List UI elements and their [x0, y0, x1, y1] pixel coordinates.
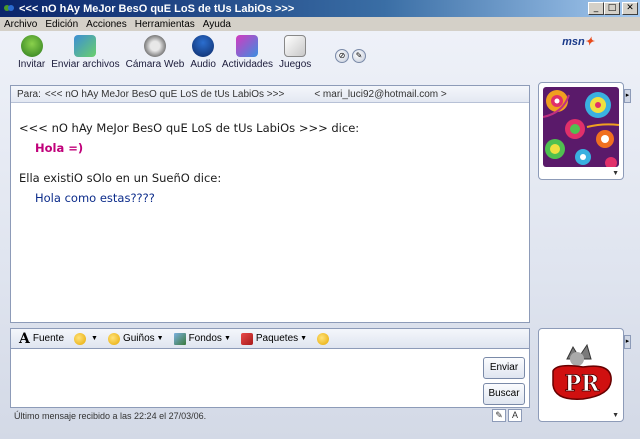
butterfly-icon: ✦: [584, 36, 594, 48]
message-sender: <<< nO hAy MeJor BesO quE LoS de tUs Lab…: [19, 121, 360, 135]
conversation-window: Invitar Enviar archivos Cámara Web Audio…: [0, 31, 640, 439]
msn-logo-text: msn: [562, 36, 585, 48]
chevron-down-icon[interactable]: ▼: [612, 170, 619, 177]
minimize-button[interactable]: _: [588, 2, 604, 15]
own-display-picture[interactable]: PR ▼ ▸: [538, 328, 631, 422]
games-icon: [284, 35, 307, 57]
close-button[interactable]: ✕: [622, 2, 638, 15]
to-bar: Para: <<< nO hAy MeJor BesO quE LoS de t…: [11, 86, 529, 103]
message-list: <<< nO hAy MeJor BesO quE LoS de tUs Lab…: [11, 103, 529, 205]
chevron-down-icon: ▼: [91, 335, 98, 342]
games-button[interactable]: Juegos: [279, 35, 311, 75]
packs-label: Paquetes: [255, 333, 299, 344]
wink-icon: [107, 332, 120, 345]
menu-ayuda[interactable]: Ayuda: [203, 19, 231, 30]
invite-icon: [20, 35, 43, 57]
menu-acciones[interactable]: Acciones: [86, 19, 127, 30]
send-files-icon: [74, 35, 97, 57]
smiley-icon: [74, 332, 87, 345]
message-text: Hola como estas????: [35, 191, 155, 205]
activities-icon: [236, 35, 259, 57]
maximize-button[interactable]: □: [604, 2, 620, 15]
winks-label: Guiños: [122, 333, 155, 344]
to-contact-name: <<< nO hAy MeJor BesO quE LoS de tUs Lab…: [44, 88, 285, 100]
collapse-arrow-icon[interactable]: ▸: [624, 335, 631, 349]
font-label: Fuente: [32, 333, 65, 344]
contact-picture-image: [543, 87, 619, 167]
menu-edicion[interactable]: Edición: [45, 19, 78, 30]
pr-logo-text: PR: [565, 371, 601, 397]
main-toolbar: Invitar Enviar archivos Cámara Web Audio…: [18, 35, 317, 75]
backgrounds-button[interactable]: Fondos ▼: [173, 332, 231, 345]
menu-archivo[interactable]: Archivo: [4, 19, 37, 30]
status-bar: Último mensaje recibido a las 22:24 el 2…: [10, 409, 530, 423]
format-toolbar: A Fuente ▼ Guiños ▼ Fondos ▼ Paquetes ▼: [10, 328, 530, 348]
invite-button[interactable]: Invitar: [18, 35, 45, 75]
to-contact-email: < mari_luci92@hotmail.com >: [314, 88, 447, 100]
backgrounds-label: Fondos: [188, 333, 222, 344]
message-input-area: Enviar Buscar: [10, 348, 530, 408]
activities-button[interactable]: Actividades: [222, 35, 273, 75]
conversation-history[interactable]: Para: <<< nO hAy MeJor BesO quE LoS de t…: [10, 85, 530, 323]
message-sender: Ella existiO sOlo en un SueñO dice:: [19, 171, 222, 185]
block-icon[interactable]: ⊘: [335, 49, 349, 63]
menu-bar: Archivo Edición Acciones Herramientas Ay…: [0, 17, 640, 31]
send-files-label: Enviar archivos: [51, 59, 120, 70]
activities-label: Actividades: [221, 59, 274, 70]
gift-icon: [240, 332, 253, 345]
msn-logo: msn✦: [562, 35, 594, 48]
collapse-arrow-icon[interactable]: ▸: [624, 89, 631, 103]
audio-icon: [192, 35, 215, 57]
audio-button[interactable]: Audio: [190, 35, 216, 75]
status-text: Último mensaje recibido a las 22:24 el 2…: [14, 411, 207, 421]
chevron-down-icon: ▼: [156, 335, 164, 342]
msn-app-icon: [4, 4, 14, 11]
title-bar: <<< nO hAy MeJor BesO quE LoS de tUs Lab…: [0, 0, 640, 17]
chevron-down-icon: ▼: [300, 335, 308, 342]
font-icon: A: [19, 330, 30, 347]
message-text: Hola =): [35, 141, 84, 155]
window-title: <<< nO hAy MeJor BesO quE LoS de tUs Lab…: [19, 2, 295, 15]
audio-label: Audio: [190, 59, 216, 70]
nudge-button[interactable]: [317, 332, 332, 345]
winks-button[interactable]: Guiños ▼: [107, 332, 164, 345]
webcam-icon: [143, 35, 166, 57]
menu-herramientas[interactable]: Herramientas: [135, 19, 195, 30]
send-button[interactable]: Enviar: [483, 357, 525, 379]
packs-button[interactable]: Paquetes ▼: [240, 332, 308, 345]
nudge-icon: [317, 332, 330, 345]
webcam-label: Cámara Web: [125, 59, 185, 70]
webcam-button[interactable]: Cámara Web: [125, 35, 185, 75]
toolbar-extra: ⊘ ✎: [335, 49, 366, 63]
picture-icon: [173, 332, 186, 345]
to-label: Para:: [17, 88, 41, 100]
own-picture-image: PR: [543, 333, 619, 413]
handwriting-icon[interactable]: ✎: [492, 409, 506, 422]
send-files-button[interactable]: Enviar archivos: [51, 35, 120, 75]
text-mode-icon[interactable]: A: [508, 409, 522, 422]
message-input[interactable]: [11, 349, 471, 407]
chevron-down-icon: ▼: [223, 335, 231, 342]
chevron-down-icon[interactable]: ▼: [612, 412, 619, 419]
background-icon[interactable]: ✎: [352, 49, 366, 63]
emoticons-button[interactable]: ▼: [74, 332, 98, 345]
games-label: Juegos: [279, 59, 312, 70]
search-button[interactable]: Buscar: [483, 383, 525, 405]
invite-label: Invitar: [18, 59, 46, 70]
contact-display-picture[interactable]: ▼ ▸: [538, 82, 631, 180]
font-button[interactable]: A Fuente: [19, 331, 64, 347]
